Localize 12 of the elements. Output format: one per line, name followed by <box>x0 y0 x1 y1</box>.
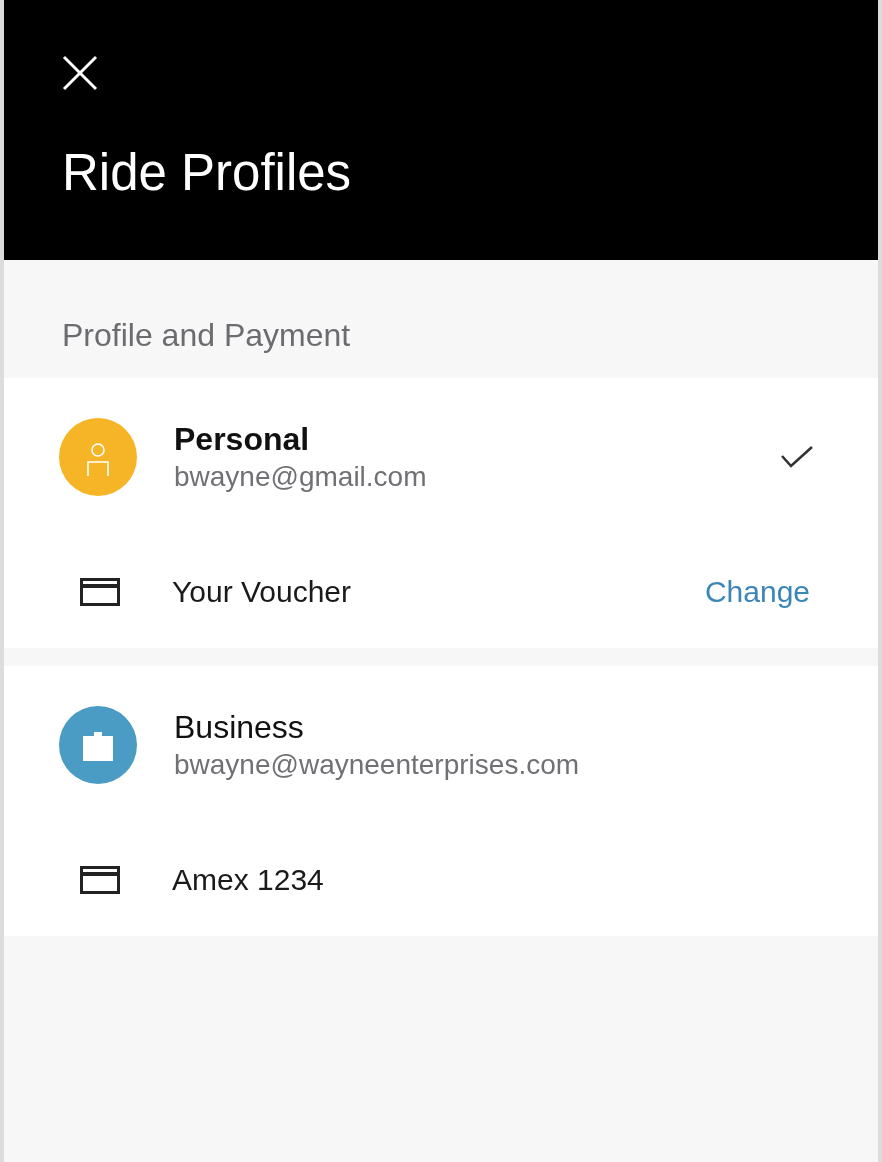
page-title: Ride Profiles <box>62 143 353 203</box>
profile-email: bwayne@wayneenterprises.com <box>174 748 581 782</box>
profile-email: bwayne@gmail.com <box>174 460 428 494</box>
credit-card-icon <box>80 866 120 894</box>
change-link[interactable]: Change <box>704 575 810 609</box>
payment-method: Your Voucher <box>172 575 353 609</box>
profile-name[interactable]: Personal <box>174 419 780 459</box>
section-heading: Profile and Payment <box>61 316 352 355</box>
payment-method: Amex 1234 <box>172 863 325 897</box>
close-icon[interactable] <box>62 55 98 91</box>
credit-card-icon <box>80 578 120 606</box>
profile-name[interactable]: Business <box>174 707 820 747</box>
